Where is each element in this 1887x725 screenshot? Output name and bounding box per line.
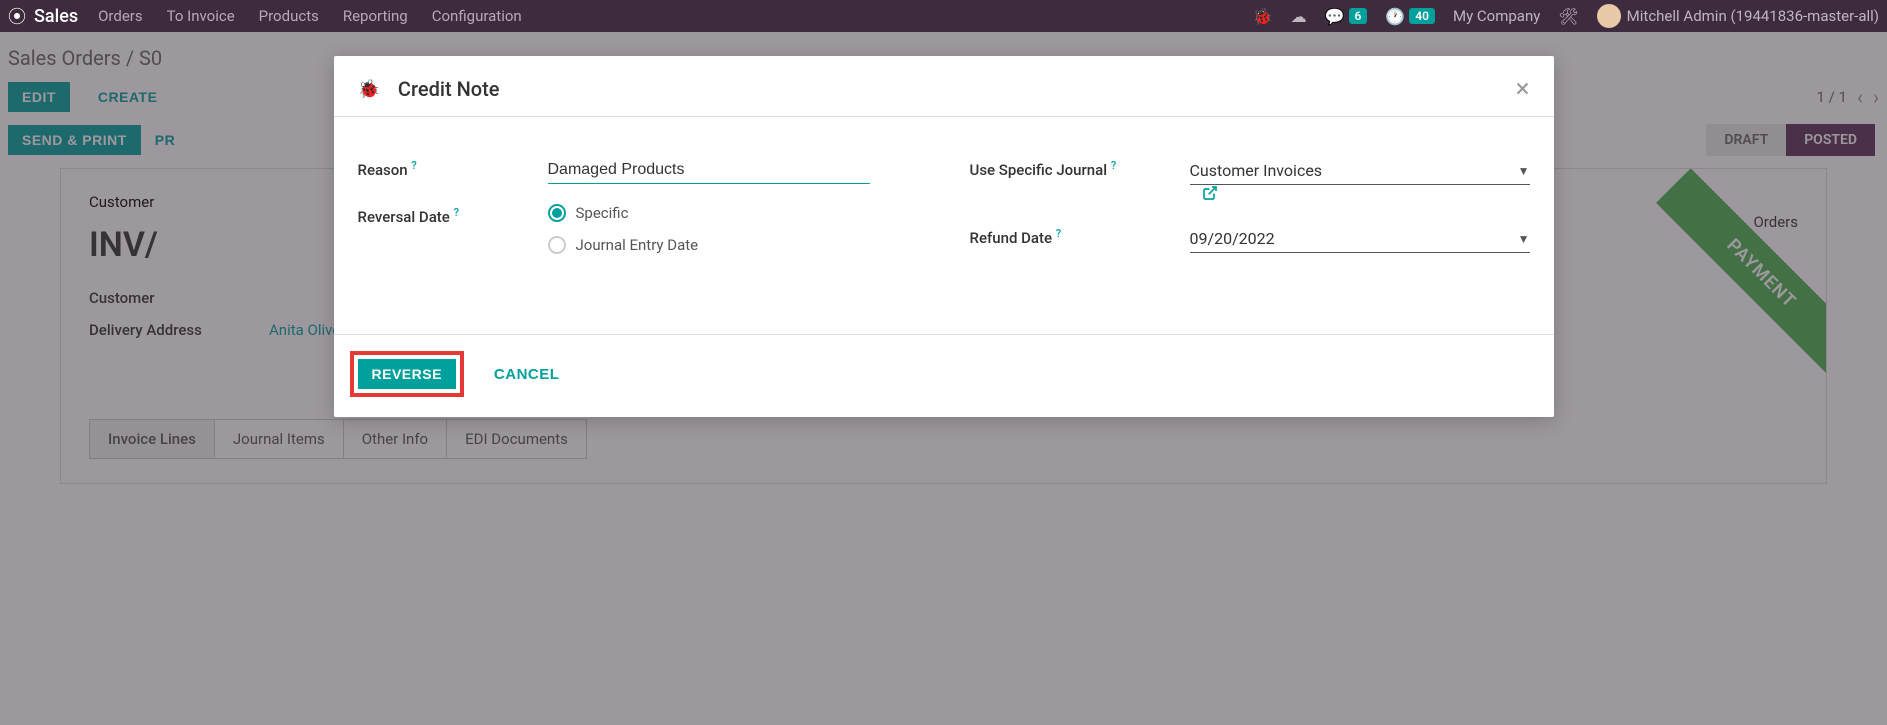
radio-specific[interactable]: Specific <box>548 204 870 222</box>
tools-icon[interactable]: 🛠 <box>1558 7 1578 26</box>
support-icon[interactable]: ☁ <box>1291 7 1307 26</box>
menu-reporting[interactable]: Reporting <box>343 7 408 25</box>
radio-journal-entry[interactable]: Journal Entry Date <box>548 236 870 254</box>
company-name[interactable]: My Company <box>1453 7 1540 25</box>
app-name: Sales <box>34 6 78 27</box>
radio-journal-label: Journal Entry Date <box>576 236 699 254</box>
app-switcher[interactable]: ⦿ Sales <box>8 3 78 29</box>
radio-specific-label: Specific <box>576 204 629 222</box>
reverse-button[interactable]: REVERSE <box>358 359 456 389</box>
menu-configuration[interactable]: Configuration <box>432 7 522 25</box>
chevron-down-icon: ▼ <box>1518 164 1530 178</box>
activities-indicator[interactable]: 🕐 40 <box>1385 7 1435 26</box>
chat-icon: 💬 <box>1325 7 1345 26</box>
chevron-down-icon: ▼ <box>1518 232 1530 246</box>
main-menu: Orders To Invoice Products Reporting Con… <box>98 7 522 25</box>
user-menu[interactable]: Mitchell Admin (19441836-master-all) <box>1597 4 1879 28</box>
refund-date-value: 09/20/2022 <box>1190 229 1275 248</box>
help-icon[interactable]: ? <box>411 159 416 172</box>
refund-date-label: Refund Date <box>970 229 1053 247</box>
modal-overlay: 🐞 Credit Note × Reason ? <box>0 32 1887 725</box>
bug-icon[interactable]: 🐞 <box>1253 7 1273 26</box>
journal-select-value: Customer Invoices <box>1190 161 1323 180</box>
journal-select[interactable]: Customer Invoices ▼ <box>1190 157 1530 185</box>
radio-dot-icon <box>548 236 566 254</box>
bug-icon[interactable]: 🐞 <box>358 79 380 100</box>
menu-to-invoice[interactable]: To Invoice <box>167 7 235 25</box>
radio-dot-icon <box>548 204 566 222</box>
credit-note-modal: 🐞 Credit Note × Reason ? <box>334 56 1554 417</box>
specific-journal-label: Use Specific Journal <box>970 161 1108 179</box>
avatar <box>1597 4 1621 28</box>
apps-icon: ⦿ <box>8 3 26 29</box>
top-navbar: ⦿ Sales Orders To Invoice Products Repor… <box>0 0 1887 32</box>
messages-count: 6 <box>1349 8 1368 24</box>
reason-input[interactable] <box>548 157 870 184</box>
close-icon[interactable]: × <box>1516 76 1530 102</box>
refund-date-input[interactable]: 09/20/2022 ▼ <box>1190 225 1530 253</box>
messages-indicator[interactable]: 💬 6 <box>1325 7 1368 26</box>
cancel-button[interactable]: CANCEL <box>480 351 574 397</box>
modal-title: Credit Note <box>398 77 500 101</box>
user-name: Mitchell Admin (19441836-master-all) <box>1627 7 1879 25</box>
menu-orders[interactable]: Orders <box>98 7 143 25</box>
clock-icon: 🕐 <box>1385 7 1405 26</box>
reversal-date-label: Reversal Date <box>358 208 450 226</box>
help-icon[interactable]: ? <box>454 206 459 219</box>
reason-label: Reason <box>358 161 408 179</box>
page-content: Sales Orders / S0 EDIT CREATE 1 / 1 ‹ › … <box>0 32 1887 725</box>
help-icon[interactable]: ? <box>1056 227 1061 240</box>
highlight-box: REVERSE <box>350 351 464 397</box>
external-link-icon[interactable] <box>1202 185 1218 205</box>
activities-count: 40 <box>1409 8 1435 24</box>
menu-products[interactable]: Products <box>259 7 319 25</box>
help-icon[interactable]: ? <box>1111 159 1116 172</box>
